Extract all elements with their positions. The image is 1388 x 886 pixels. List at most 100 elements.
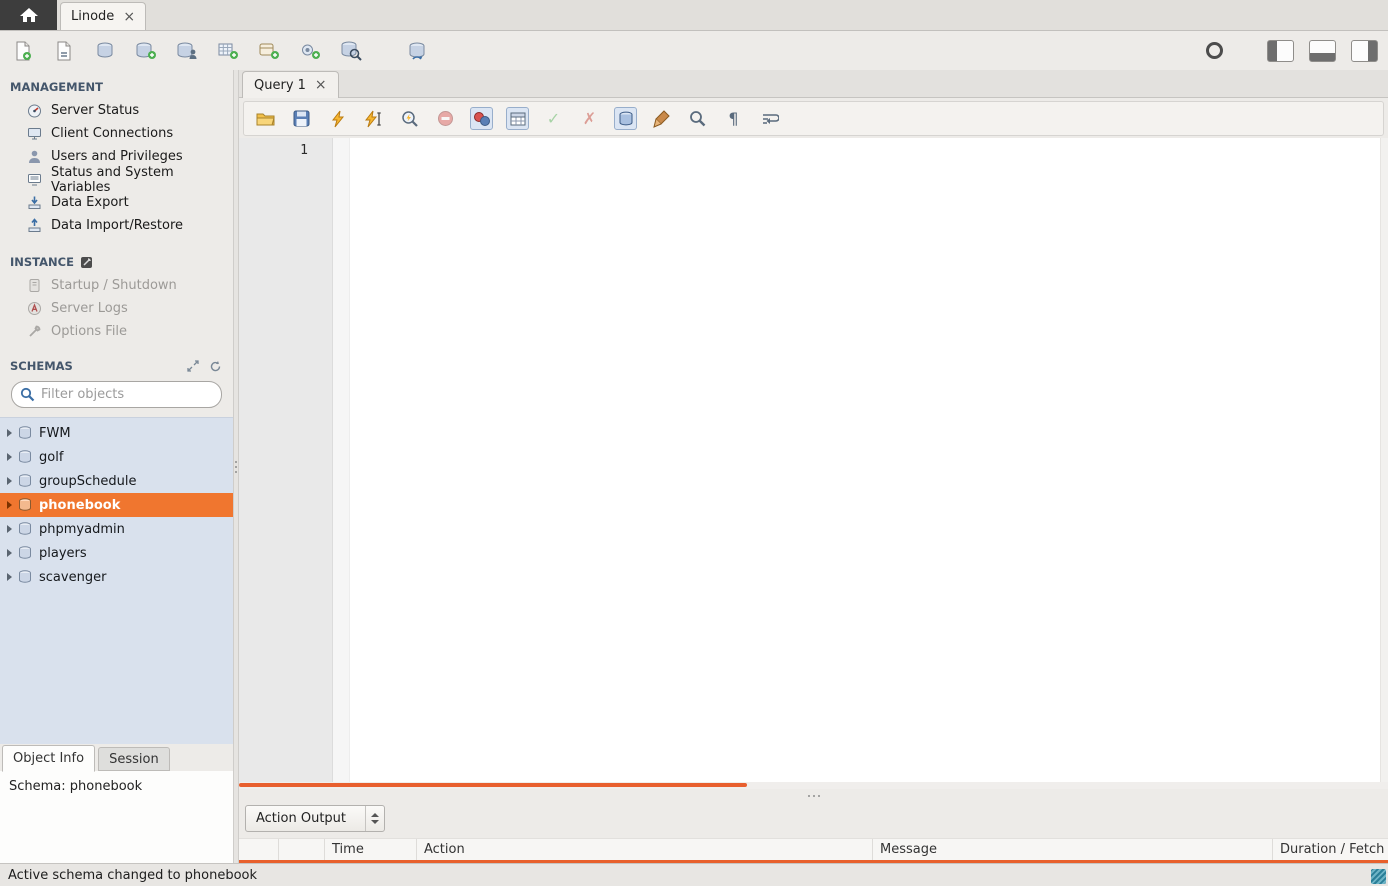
rollback-icon[interactable]: ✗ <box>578 107 601 130</box>
toggle-sidebar-icon[interactable] <box>1267 40 1294 62</box>
connection-tab[interactable]: Linode × <box>60 2 146 30</box>
tab-session[interactable]: Session <box>98 747 170 771</box>
sql-editor[interactable]: 1 <box>239 138 1388 782</box>
schema-filter-input[interactable] <box>41 387 213 402</box>
reconnect-database-icon[interactable] <box>404 39 430 63</box>
resize-grip-icon[interactable] <box>1371 869 1386 884</box>
schema-icon <box>18 522 32 536</box>
column-time[interactable]: Time <box>325 839 417 860</box>
open-file-icon[interactable] <box>254 107 277 130</box>
sidebar-item-client-connections[interactable]: Client Connections <box>0 122 233 145</box>
beautify-query-icon[interactable] <box>650 107 673 130</box>
create-schema-icon[interactable] <box>133 39 159 63</box>
expand-arrow-icon[interactable] <box>7 477 12 485</box>
object-info-panel: Schema: phonebook <box>0 770 233 863</box>
schema-item-groupschedule[interactable]: groupSchedule <box>0 469 233 493</box>
toggle-output-area-icon[interactable] <box>1309 40 1336 62</box>
mysql-workbench-window: Linode × <box>0 0 1388 886</box>
column-label: Duration / Fetch <box>1280 842 1384 857</box>
output-panel: Action Output Time Action Message Durati… <box>239 802 1388 863</box>
pilcrow-glyph: ¶ <box>728 111 738 127</box>
execute-query-icon[interactable] <box>326 107 349 130</box>
object-info-text: Schema: phonebook <box>9 779 142 794</box>
open-sql-script-icon[interactable] <box>51 39 77 63</box>
query-tabstrip: Query 1 × <box>239 70 1388 98</box>
create-table-icon[interactable] <box>215 39 241 63</box>
editor-horizontal-scrollbar-thumb[interactable] <box>239 783 747 787</box>
sidebar-item-status-system-variables[interactable]: Status and System Variables <box>0 168 233 191</box>
sidebar-item-data-import-restore[interactable]: Data Import/Restore <box>0 214 233 237</box>
editor-horizontal-scrollbar-track[interactable] <box>239 782 1388 789</box>
column-duration-fetch[interactable]: Duration / Fetch <box>1273 839 1388 860</box>
expand-arrow-icon[interactable] <box>7 525 12 533</box>
find-icon[interactable] <box>686 107 709 130</box>
save-icon[interactable] <box>290 107 313 130</box>
expand-schemas-icon[interactable] <box>185 359 201 373</box>
sidebar-item-server-logs[interactable]: Server Logs <box>0 297 233 320</box>
editor-vertical-scrollbar[interactable] <box>1380 138 1388 782</box>
close-icon[interactable]: × <box>123 10 135 24</box>
schema-item-phpmyadmin[interactable]: phpmyadmin <box>0 517 233 541</box>
wrap-text-toggle-icon[interactable] <box>758 107 781 130</box>
search-table-data-icon[interactable] <box>338 39 364 63</box>
line-number-gutter: 1 <box>239 138 333 782</box>
sidebar-item-options-file[interactable]: Options File <box>0 320 233 343</box>
expand-arrow-icon[interactable] <box>7 573 12 581</box>
expand-arrow-icon[interactable] <box>7 549 12 557</box>
instance-section-title: INSTANCE <box>0 237 233 274</box>
add-user-icon[interactable] <box>174 39 200 63</box>
schema-icon <box>18 474 32 488</box>
select-stepper-icon[interactable] <box>365 806 384 831</box>
new-query-tab-icon[interactable] <box>10 39 36 63</box>
schema-icon <box>18 570 32 584</box>
schema-item-fwm[interactable]: FWM <box>0 421 233 445</box>
output-splitter[interactable] <box>239 789 1388 802</box>
schema-item-scavenger[interactable]: scavenger <box>0 565 233 589</box>
x-glyph: ✗ <box>583 111 596 127</box>
explain-plan-icon[interactable] <box>398 107 421 130</box>
expand-arrow-icon[interactable] <box>7 453 12 461</box>
window-tabstrip: Linode × <box>0 0 1388 31</box>
refresh-schemas-icon[interactable] <box>207 359 223 373</box>
query-tab-label: Query 1 <box>254 78 306 93</box>
inspect-database-icon[interactable] <box>92 39 118 63</box>
data-export-icon <box>26 195 42 211</box>
sidebar-item-label: Status and System Variables <box>51 165 233 195</box>
column-action[interactable]: Action <box>417 839 873 860</box>
home-tab[interactable] <box>0 0 57 30</box>
sidebar-item-data-export[interactable]: Data Export <box>0 191 233 214</box>
expand-arrow-icon[interactable] <box>7 501 12 509</box>
schema-item-phonebook[interactable]: phonebook <box>0 493 233 517</box>
schema-item-golf[interactable]: golf <box>0 445 233 469</box>
output-type-select[interactable]: Action Output <box>245 805 385 832</box>
sidebar-info-tabs: Object Info Session <box>0 744 233 771</box>
autocommit-toggle-icon[interactable] <box>614 107 637 130</box>
tab-query-1[interactable]: Query 1 × <box>242 71 339 98</box>
stop-on-error-toggle-icon[interactable] <box>470 107 493 130</box>
connection-status-icon[interactable] <box>1201 39 1227 63</box>
search-icon <box>20 387 35 402</box>
schemas-title-label: SCHEMAS <box>10 359 179 373</box>
schema-item-players[interactable]: players <box>0 541 233 565</box>
close-icon[interactable]: × <box>315 78 327 92</box>
results-grid-toggle-icon[interactable] <box>506 107 529 130</box>
expand-arrow-icon[interactable] <box>7 429 12 437</box>
sidebar-item-startup-shutdown[interactable]: Startup / Shutdown <box>0 274 233 297</box>
column-status-icon[interactable] <box>279 839 325 860</box>
column-message[interactable]: Message <box>873 839 1273 860</box>
tab-object-info[interactable]: Object Info <box>2 745 95 772</box>
create-view-icon[interactable] <box>256 39 282 63</box>
sidebar-splitter[interactable] <box>233 70 239 863</box>
toggle-secondary-sidebar-icon[interactable] <box>1351 40 1378 62</box>
code-area[interactable] <box>350 138 1380 782</box>
execute-current-statement-icon[interactable] <box>362 107 385 130</box>
tab-label: Object Info <box>13 751 84 766</box>
create-procedure-icon[interactable] <box>297 39 323 63</box>
schema-label: golf <box>39 450 63 465</box>
column-index[interactable] <box>239 839 279 860</box>
commit-icon[interactable]: ✓ <box>542 107 565 130</box>
stop-query-icon[interactable] <box>434 107 457 130</box>
management-section-title: MANAGEMENT <box>0 70 233 99</box>
sidebar-item-server-status[interactable]: Server Status <box>0 99 233 122</box>
invisible-characters-toggle-icon[interactable]: ¶ <box>722 107 745 130</box>
